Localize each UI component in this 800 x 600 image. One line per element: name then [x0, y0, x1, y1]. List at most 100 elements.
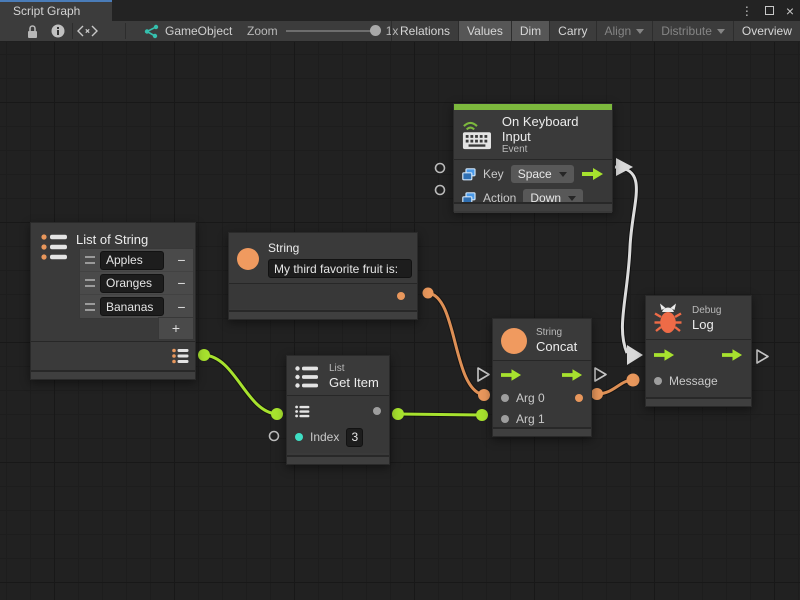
drag-handle-icon[interactable]	[85, 303, 95, 311]
node-get-item[interactable]: List Get Item Index	[286, 355, 390, 465]
overview-button[interactable]: Overview	[733, 21, 800, 41]
node-list-of-string[interactable]: List of String − − − +	[30, 222, 196, 380]
key-dropdown[interactable]: Space	[511, 165, 574, 183]
remove-item-button[interactable]: −	[175, 252, 188, 268]
trigger-input-icon[interactable]	[654, 349, 675, 361]
relations-button[interactable]: Relations	[391, 21, 458, 41]
port-key-unconnected[interactable]	[436, 164, 445, 173]
carry-button[interactable]: Carry	[549, 21, 595, 41]
maximize-icon[interactable]	[765, 6, 774, 15]
port-concat-trigger-in[interactable]	[478, 368, 489, 381]
chevron-down-icon	[717, 29, 725, 34]
list-output-port-icon[interactable]	[172, 348, 189, 364]
tab-title: Script Graph	[13, 4, 80, 18]
index-input-port-icon[interactable]	[295, 433, 303, 441]
script-graph-icon	[143, 24, 159, 39]
kebab-menu-icon[interactable]: ⋮	[741, 4, 753, 18]
arg1-input-port-icon[interactable]	[501, 415, 509, 423]
code-icon	[77, 25, 98, 37]
remove-item-button[interactable]: −	[175, 275, 188, 291]
node-footer	[646, 397, 751, 406]
wire-string-to-concat[interactable]	[428, 293, 484, 395]
lock-button[interactable]	[26, 21, 39, 41]
port-ball-list-output[interactable]	[198, 349, 210, 361]
zoom-slider-handle[interactable]	[370, 25, 381, 36]
trigger-input-icon[interactable]	[501, 369, 522, 381]
visual-scripting-window: Script Graph ⋮ ×	[0, 0, 800, 600]
node-on-keyboard-input[interactable]: On Keyboard Input Event Key Space	[453, 103, 613, 212]
string-output-port-icon[interactable]	[397, 292, 405, 300]
port-concat-trigger-out[interactable]	[595, 368, 606, 381]
port-ball-concat-output[interactable]	[591, 388, 603, 400]
wire-end-arrow-icon	[627, 345, 643, 365]
index-value-field[interactable]	[346, 428, 363, 447]
toolbar-separator	[125, 23, 126, 39]
message-input-port-icon[interactable]	[654, 377, 662, 385]
chevron-down-icon	[636, 29, 644, 34]
port-ball-concat-arg0-input[interactable]	[478, 389, 490, 401]
toolbar-separator	[72, 23, 73, 39]
result-output-port-icon[interactable]	[575, 394, 583, 402]
align-dropdown[interactable]: Align	[596, 21, 653, 41]
trigger-output-icon[interactable]	[562, 369, 583, 381]
list-item-field[interactable]	[100, 251, 164, 270]
distribute-dropdown[interactable]: Distribute	[652, 21, 733, 41]
code-view-button[interactable]	[77, 21, 98, 41]
window-controls: ⋮ ×	[741, 0, 794, 21]
tab-script-graph[interactable]: Script Graph	[0, 0, 112, 21]
list-icon	[41, 233, 68, 261]
remove-item-button[interactable]: −	[175, 299, 188, 315]
info-button[interactable]	[51, 21, 65, 41]
trigger-output-icon[interactable]	[722, 349, 743, 361]
port-action-unconnected[interactable]	[436, 186, 445, 195]
list-inspector: − − −	[79, 248, 194, 319]
graph-owner[interactable]: GameObject	[143, 21, 232, 41]
port-index-unconnected[interactable]	[270, 432, 279, 441]
list-icon	[295, 365, 320, 389]
zoom-slider[interactable]	[286, 30, 378, 32]
node-debug-log[interactable]: Debug Log Message	[645, 295, 752, 407]
node-string-literal[interactable]: String	[228, 232, 418, 320]
close-icon[interactable]: ×	[786, 6, 794, 16]
add-item-button[interactable]: +	[158, 317, 194, 340]
list-item-field[interactable]	[100, 297, 164, 316]
lock-icon	[26, 24, 39, 39]
values-button[interactable]: Values	[458, 21, 511, 41]
info-icon	[51, 24, 65, 38]
list-item-field[interactable]	[100, 274, 164, 293]
drag-handle-icon[interactable]	[85, 279, 95, 287]
node-category: String	[536, 327, 577, 339]
node-title: String	[268, 241, 412, 256]
arg1-port-label: Arg 1	[516, 412, 545, 426]
port-ball-log-message-input[interactable]	[627, 374, 640, 387]
port-log-trigger-out[interactable]	[757, 350, 768, 363]
port-ball-concat-arg1-input[interactable]	[476, 409, 488, 421]
view-buttons-group: Relations Values Dim Carry Align Distrib…	[391, 21, 800, 41]
string-type-icon	[501, 328, 527, 354]
arg0-input-port-icon[interactable]	[501, 394, 509, 402]
port-ball-getitem-list-input[interactable]	[271, 408, 283, 420]
item-output-port-icon[interactable]	[373, 407, 381, 415]
list-item-row: −	[80, 249, 193, 272]
key-port-label: Key	[483, 167, 504, 181]
graph-canvas[interactable]: On Keyboard Input Event Key Space	[0, 42, 800, 600]
node-category: Debug	[692, 305, 721, 317]
string-value-field[interactable]	[268, 259, 412, 278]
node-footer	[287, 455, 389, 464]
zoom-label: Zoom	[247, 24, 278, 38]
list-input-port-icon[interactable]	[295, 405, 310, 418]
node-subtitle: Event	[502, 144, 604, 156]
node-concat[interactable]: String Concat Arg 0 Arg 1	[492, 318, 592, 437]
port-ball-getitem-output[interactable]	[392, 408, 404, 420]
wire-keyboard-to-log[interactable]	[615, 167, 636, 353]
node-footer	[454, 202, 612, 211]
chevron-down-icon	[568, 196, 576, 201]
node-title: Log	[692, 317, 721, 332]
dim-button[interactable]: Dim	[511, 21, 549, 41]
trigger-output-icon[interactable]	[582, 168, 604, 180]
wire-list-to-getitem[interactable]	[204, 355, 277, 414]
keyboard-icon	[462, 120, 493, 151]
wire-getitem-to-concat[interactable]	[398, 414, 482, 415]
drag-handle-icon[interactable]	[85, 256, 95, 264]
port-ball-string-output[interactable]	[423, 288, 434, 299]
